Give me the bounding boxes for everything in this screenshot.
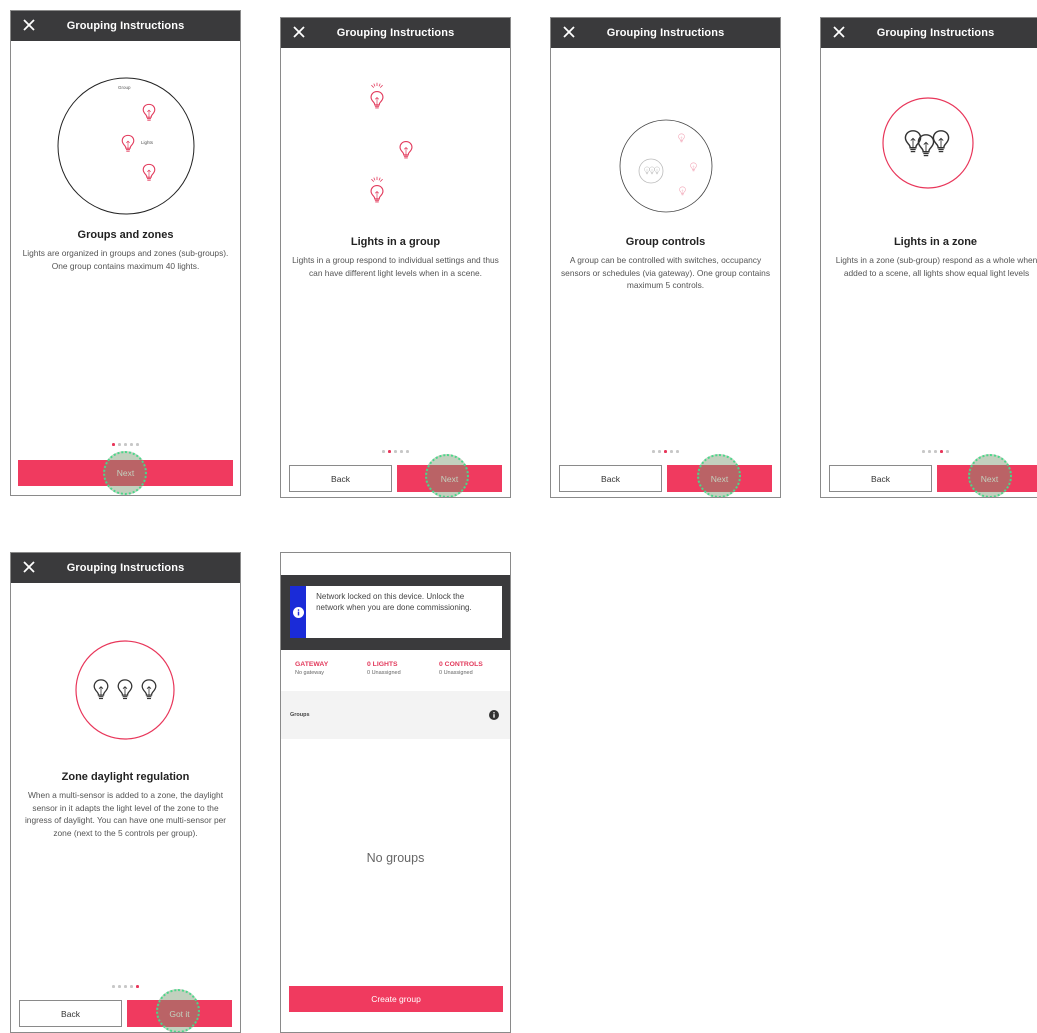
light-bulb-icon (932, 130, 950, 153)
close-icon[interactable] (829, 22, 849, 42)
light-bulb-icon (370, 91, 384, 109)
light-bulb-icon (654, 166, 660, 175)
title-bar: Grouping Instructions (11, 11, 240, 41)
screen-heading: Lights in a zone (893, 236, 978, 248)
lights-label: Lights (141, 140, 154, 145)
light-bulb-icon (370, 185, 384, 203)
stat-lights-label: 0 LIGHTS (367, 661, 398, 668)
network-lock-notice: Network locked on this device. Unlock th… (290, 586, 502, 638)
info-icon[interactable] (489, 710, 499, 720)
light-bulb-icon (399, 141, 413, 159)
groups-header: Groups (281, 691, 510, 739)
light-bulb-icon (649, 166, 655, 175)
screen-title: Grouping Instructions (606, 27, 725, 39)
screen-zone-daylight-regulation: Grouping Instructions Zone daylight regu… (10, 552, 241, 1033)
stat-lights[interactable]: 0 LIGHTS 0 Unassigned (367, 661, 401, 676)
stat-gateway-label: GATEWAY (295, 661, 329, 668)
switch-icon (638, 158, 664, 184)
screen-title: Grouping Instructions (336, 27, 455, 39)
screen-heading: Groups and zones (77, 229, 174, 241)
screen-description: When a multi-sensor is added to a zone, … (24, 790, 227, 838)
zone-illustration (882, 97, 974, 189)
light-bulb-icon (142, 163, 156, 181)
groups-illustration: Group Lights (57, 77, 195, 215)
screen-title: Grouping Instructions (876, 27, 995, 39)
screen-heading: Lights in a group (350, 236, 441, 248)
screen-title: Grouping Instructions (66, 562, 185, 574)
tap-indicator (156, 989, 200, 1032)
page-indicator (551, 450, 780, 453)
light-bulb-icon (679, 186, 686, 196)
info-stripe (290, 586, 307, 638)
stat-controls-sub: 0 Unassigned (439, 670, 473, 676)
group-circle (619, 119, 713, 213)
screen-description: Lights in a group respond to individual … (292, 255, 499, 278)
page-indicator (11, 443, 240, 446)
light-bulb-icon (690, 162, 697, 172)
title-bar: Grouping Instructions (821, 18, 1037, 48)
light-bulb-icon (93, 679, 109, 700)
screen-lights-in-a-group: Grouping Instructions Lights in a group … (280, 17, 511, 498)
stat-gateway[interactable]: GATEWAY No gateway (295, 661, 328, 676)
network-lock-text: Network locked on this device. Unlock th… (316, 592, 472, 612)
screen-home-no-groups: Network locked on this device. Unlock th… (280, 552, 511, 1033)
tap-indicator (425, 454, 469, 497)
light-bulb-icon (141, 679, 157, 700)
zone-circle (882, 97, 974, 189)
stat-controls-label: 0 CONTROLS (439, 661, 483, 668)
screen-heading: Group controls (625, 236, 706, 248)
empty-state-text: No groups (366, 851, 425, 865)
back-button[interactable]: Back (289, 465, 392, 492)
stat-gateway-sub: No gateway (295, 670, 325, 676)
screen-group-controls: Grouping Instructions Group controls A g… (550, 17, 781, 498)
tap-indicator (968, 454, 1012, 497)
screen-groups-and-zones: Grouping Instructions Group Lights Group… (10, 10, 241, 496)
group-label: Group (118, 85, 131, 90)
create-group-button[interactable]: Create group (289, 986, 503, 1012)
page-indicator (281, 450, 510, 453)
close-icon[interactable] (19, 15, 39, 35)
screen-description: Lights in a zone (sub-group) respond as … (835, 255, 1037, 278)
light-bulb-icon (678, 133, 685, 143)
close-icon[interactable] (289, 22, 309, 42)
title-bar: Grouping Instructions (11, 553, 240, 583)
close-icon[interactable] (19, 557, 39, 577)
screen-lights-in-a-zone: Grouping Instructions Lights in a zone L… (820, 17, 1037, 498)
daylight-zone-illustration (75, 640, 175, 740)
info-icon (292, 606, 304, 618)
page-indicator (11, 985, 240, 988)
title-bar: Grouping Instructions (281, 18, 510, 48)
back-button[interactable]: Back (829, 465, 932, 492)
group-controls-illustration (619, 119, 713, 213)
group-lights-illustration (370, 82, 413, 203)
title-bar: Grouping Instructions (551, 18, 780, 48)
stat-controls[interactable]: 0 CONTROLS 0 Unassigned (439, 661, 483, 676)
light-bulb-icon (644, 166, 650, 175)
page-indicator (821, 450, 1037, 453)
screen-title: Grouping Instructions (66, 20, 185, 32)
groups-label: Groups (290, 712, 310, 718)
light-rays-icon (370, 176, 384, 183)
screen-heading: Zone daylight regulation (61, 771, 190, 783)
light-bulb-icon (117, 679, 133, 700)
group-circle (57, 77, 195, 215)
close-icon[interactable] (559, 22, 579, 42)
screen-description: Lights are organized in groups and zones… (22, 248, 229, 271)
tap-indicator (697, 454, 741, 497)
tap-indicator (103, 451, 147, 495)
light-bulb-icon (142, 103, 156, 121)
back-button[interactable]: Back (19, 1000, 122, 1027)
stat-lights-sub: 0 Unassigned (367, 670, 401, 676)
light-rays-icon (370, 82, 384, 88)
light-bulb-icon (121, 134, 135, 152)
back-button[interactable]: Back (559, 465, 662, 492)
screen-description: A group can be controlled with switches,… (560, 255, 771, 290)
